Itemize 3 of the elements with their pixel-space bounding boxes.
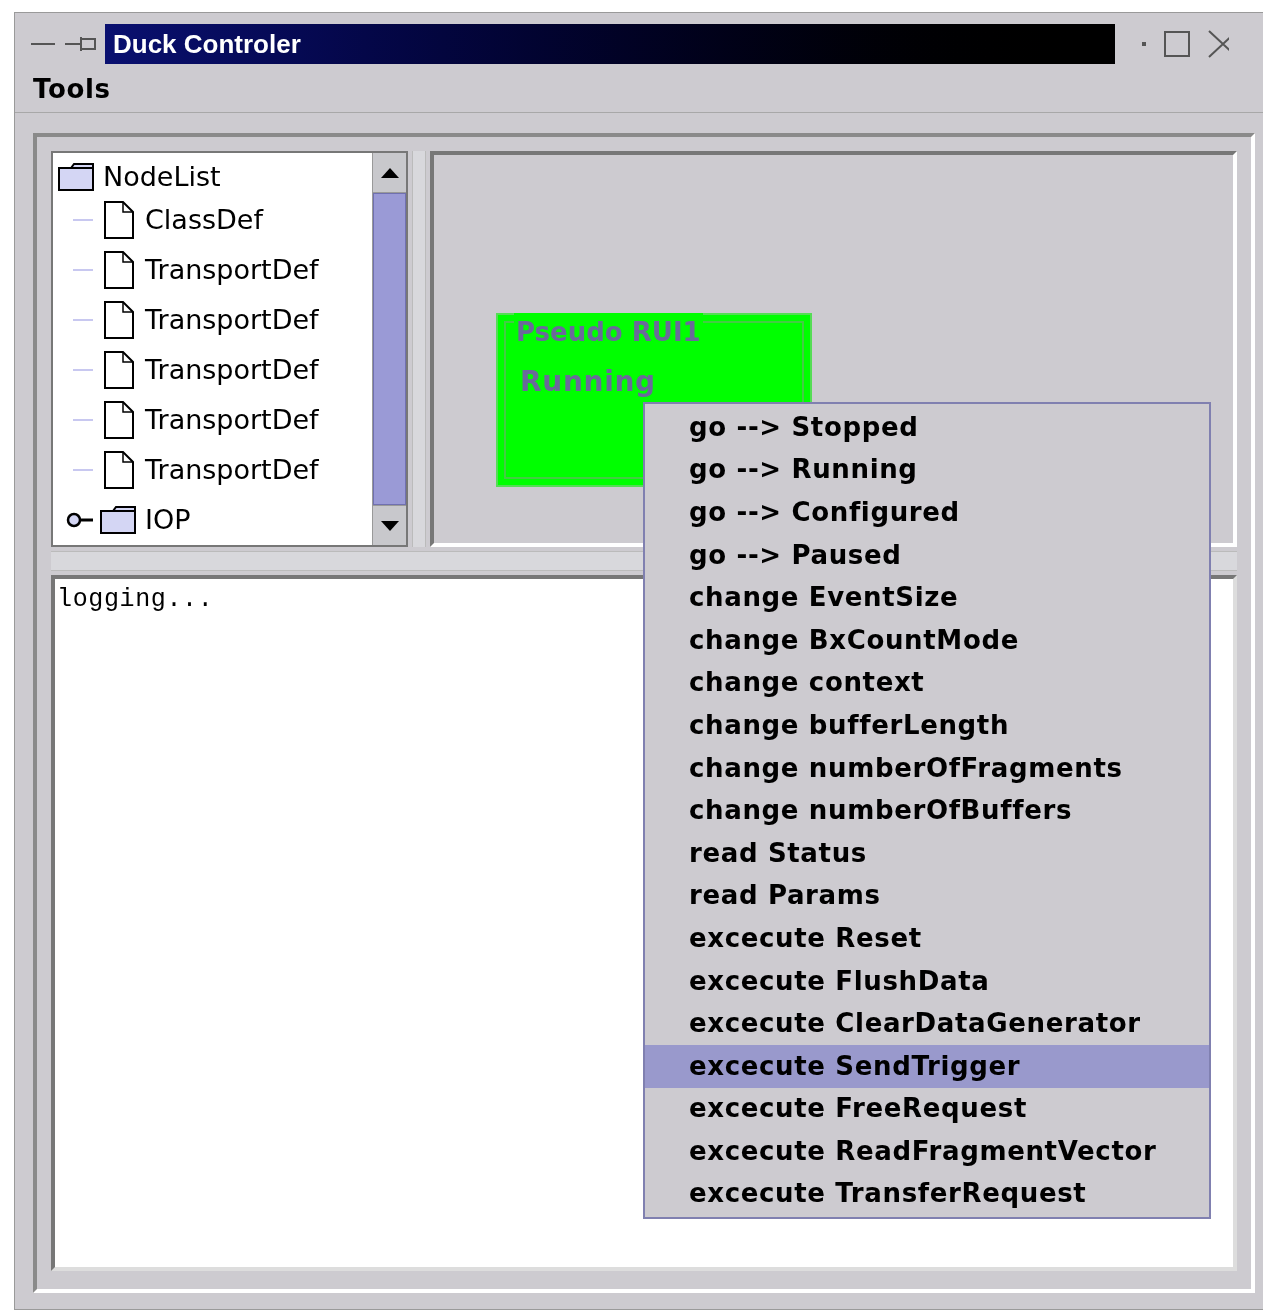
node-state: Running xyxy=(520,365,656,398)
window-title: Duck Controler xyxy=(113,27,301,61)
log-text: logging... xyxy=(57,585,214,614)
